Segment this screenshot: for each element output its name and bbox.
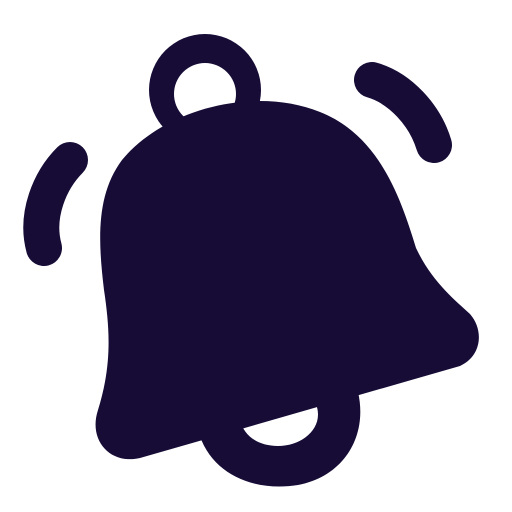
ringing-bell-icon: [23, 34, 479, 487]
icon-canvas: [0, 0, 512, 512]
left-ring-arc: [23, 142, 88, 266]
right-ring-arc: [354, 62, 452, 163]
